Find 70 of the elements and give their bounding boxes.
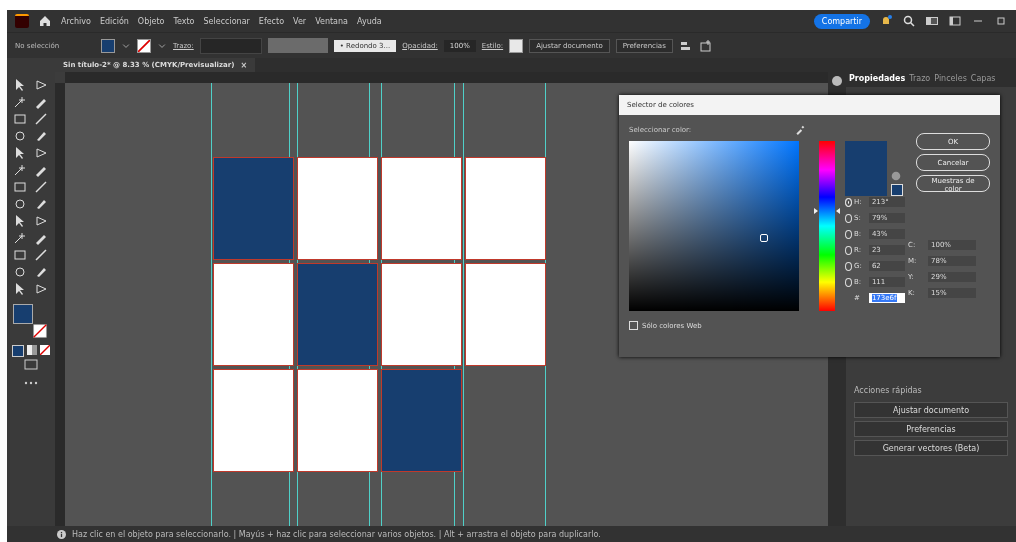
menu-item[interactable]: Ventana [315, 16, 348, 26]
radio-button[interactable] [845, 261, 852, 271]
tool-icon[interactable] [12, 180, 27, 194]
workspace-icon[interactable] [925, 14, 939, 28]
window-icon[interactable] [948, 14, 962, 28]
menu-item[interactable]: Ver [293, 16, 307, 26]
stroke-color-swatch[interactable] [33, 324, 47, 338]
maximize-icon[interactable] [994, 14, 1008, 28]
hue-slider[interactable] [814, 141, 840, 311]
tool-icon[interactable] [33, 78, 48, 92]
tool-icon[interactable] [33, 146, 48, 160]
panel-tab[interactable]: Propiedades [849, 74, 906, 83]
tool-icon[interactable] [12, 112, 27, 126]
tool-icon[interactable] [33, 248, 48, 262]
search-icon[interactable] [902, 14, 916, 28]
app-logo [15, 14, 29, 28]
color-mode-swatch[interactable] [12, 345, 24, 357]
stroke-none-swatch[interactable] [137, 38, 151, 53]
menu-item[interactable]: Archivo [61, 16, 91, 26]
panel-tab[interactable]: Pinceles [934, 74, 967, 83]
tool-icon[interactable] [12, 265, 27, 279]
draw-mode-icon[interactable] [24, 357, 38, 371]
tool-icon[interactable] [33, 282, 48, 296]
more-icon[interactable] [24, 381, 38, 385]
tool-icon[interactable] [12, 197, 27, 211]
radio-button[interactable] [845, 245, 852, 255]
menu-item[interactable]: Ayuda [357, 16, 382, 26]
home-icon[interactable] [38, 14, 52, 28]
web-color-swatch[interactable] [891, 184, 903, 196]
menu-item[interactable]: Objeto [137, 16, 165, 26]
close-tab-button[interactable]: × [240, 60, 248, 70]
variable-width-field[interactable] [267, 38, 328, 53]
eyedropper-icon[interactable] [795, 125, 805, 135]
fill-color-swatch[interactable] [13, 304, 33, 324]
tool-icon[interactable] [12, 163, 27, 177]
tool-icon[interactable] [12, 129, 27, 143]
menu-item[interactable]: Efecto [258, 16, 285, 26]
menu-item[interactable]: Texto [173, 16, 195, 26]
style-swatch[interactable] [509, 38, 524, 53]
tool-icon[interactable] [12, 95, 27, 109]
fill-swatch[interactable] [101, 38, 115, 53]
tool-icon[interactable] [33, 214, 48, 228]
properties-icon[interactable] [830, 74, 844, 88]
radio-button[interactable] [845, 197, 852, 207]
radio-button[interactable] [845, 229, 852, 239]
quick-action-button[interactable]: Ajustar documento [854, 402, 1008, 418]
tool-icon[interactable] [12, 248, 27, 262]
color-marker[interactable] [760, 234, 768, 242]
none-mode-icon[interactable] [40, 345, 50, 355]
quick-action-button[interactable]: Preferencias [854, 421, 1008, 437]
panel-tab[interactable]: Capas [970, 74, 996, 83]
status-message: Haz clic en el objeto para seleccionarlo. | Mayús + haz clic para seleccionar varios objetos. | Alt + arrastra el objeto para duplicarlo. [72, 529, 601, 539]
tool-icon[interactable] [33, 112, 48, 126]
stroke-weight-field[interactable] [199, 37, 262, 54]
hue-slider-thumb[interactable] [814, 207, 840, 214]
tool-icon[interactable] [33, 180, 48, 194]
share-button[interactable]: Compartir [813, 13, 870, 29]
export-icon[interactable] [698, 38, 713, 53]
gamut-warning-icon[interactable] [891, 171, 901, 181]
checkbox[interactable] [629, 321, 638, 330]
radio-button[interactable] [845, 213, 852, 223]
info-icon [57, 529, 66, 539]
panel-tab[interactable]: Trazo [909, 74, 931, 83]
radio-button[interactable] [845, 277, 852, 287]
menu-item[interactable]: Edición [99, 16, 129, 26]
quick-action-button[interactable]: Generar vectores (Beta) [854, 440, 1008, 456]
color-field[interactable] [629, 141, 799, 311]
section-title: Acciones rápidas [854, 386, 923, 395]
menu-item[interactable]: Seleccionar [203, 16, 250, 26]
tool-icon[interactable] [12, 231, 27, 245]
